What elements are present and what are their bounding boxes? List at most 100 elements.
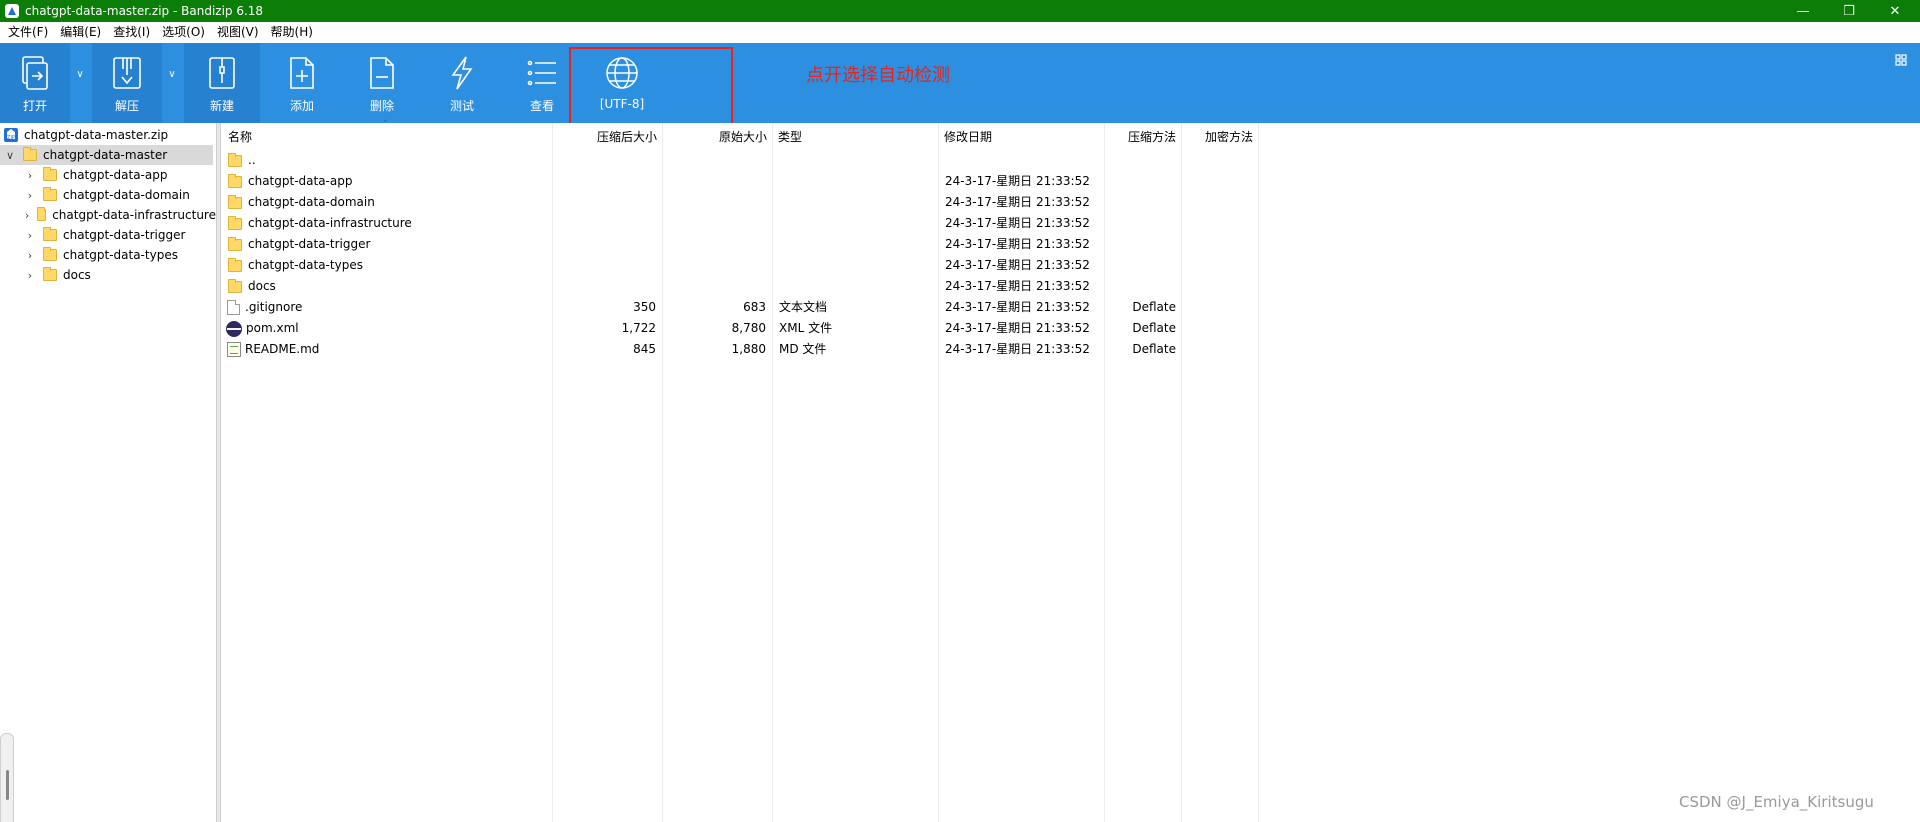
folder-icon — [228, 194, 242, 209]
collapsed-chevron-icon[interactable]: › — [23, 249, 37, 262]
delete-button[interactable]: 删除 — [350, 43, 414, 123]
column-header-packed-size[interactable]: 压缩后大小 — [552, 123, 657, 149]
expanded-chevron-icon[interactable]: ∨ — [3, 149, 17, 162]
svg-text:ZIP: ZIP — [7, 135, 15, 141]
table-row[interactable]: pom.xml 1,722 8,780 XML 文件 24-3-17-星期日 2… — [221, 318, 1261, 339]
file-name: chatgpt-data-domain — [248, 195, 375, 209]
tree-item-label: docs — [63, 268, 91, 282]
collapsed-chevron-icon[interactable]: › — [23, 269, 37, 282]
tree-item-root[interactable]: ∨ chatgpt-data-master — [0, 145, 213, 165]
original-size-cell: 1,880 — [731, 342, 766, 356]
tree-item-app[interactable]: › chatgpt-data-app — [0, 165, 216, 185]
column-header-type[interactable]: 类型 — [778, 123, 928, 149]
table-row[interactable]: docs 24-3-17-星期日 21:33:52 — [221, 276, 1261, 297]
method-cell: Deflate — [1132, 342, 1176, 356]
layout-toggle-icon[interactable] — [1894, 53, 1908, 67]
tree-item-label: chatgpt-data-master — [43, 148, 168, 162]
menu-view[interactable]: 视图(V) — [211, 22, 265, 43]
table-row[interactable]: .gitignore 350 683 文本文档 24-3-17-星期日 21:3… — [221, 297, 1261, 318]
collapsed-chevron-icon[interactable]: › — [23, 189, 37, 202]
folder-icon — [23, 147, 37, 161]
table-row[interactable]: chatgpt-data-types 24-3-17-星期日 21:33:52 — [221, 255, 1261, 276]
table-row[interactable]: chatgpt-data-domain 24-3-17-星期日 21:33:52 — [221, 192, 1261, 213]
original-size-cell: 8,780 — [731, 321, 766, 335]
list-view-icon — [524, 53, 560, 93]
minimize-button[interactable]: — — [1780, 0, 1826, 22]
menu-help[interactable]: 帮助(H) — [265, 22, 319, 43]
file-name: README.md — [245, 342, 320, 356]
packed-size-cell: 845 — [633, 342, 656, 356]
file-list: ˄ 名称 压缩后大小 原始大小 类型 修改日期 压缩方法 加密方法 .. cha… — [221, 120, 1920, 822]
menu-bar: 文件(F) 编辑(E) 查找(I) 选项(O) 视图(V) 帮助(H) — [0, 22, 1920, 43]
new-archive-button[interactable]: 新建 — [184, 43, 260, 123]
file-name: chatgpt-data-trigger — [248, 237, 371, 251]
folder-tree: ZIP chatgpt-data-master.zip ∨ chatgpt-da… — [0, 123, 216, 822]
packed-size-cell: 1,722 — [621, 321, 656, 335]
collapsed-chevron-icon[interactable]: › — [23, 209, 31, 222]
modified-cell: 24-3-17-星期日 21:33:52 — [945, 300, 1090, 314]
table-row[interactable]: .. — [221, 150, 1261, 171]
file-name: docs — [248, 279, 276, 293]
markdown-file-icon — [227, 342, 241, 357]
tree-item-types[interactable]: › chatgpt-data-types — [0, 245, 216, 265]
folder-icon — [43, 167, 57, 181]
xml-file-icon — [226, 320, 242, 337]
table-row[interactable]: chatgpt-data-app 24-3-17-星期日 21:33:52 — [221, 171, 1261, 192]
extract-dropdown[interactable]: ∨ — [162, 43, 182, 123]
test-button[interactable]: 测试 — [430, 43, 494, 123]
text-file-icon — [227, 300, 240, 315]
column-header-name[interactable]: 名称 — [228, 123, 548, 149]
menu-file[interactable]: 文件(F) — [2, 22, 54, 43]
type-cell: MD 文件 — [779, 342, 827, 356]
scrollbar-thumb[interactable] — [6, 770, 9, 800]
tree-item-docs[interactable]: › docs — [0, 265, 216, 285]
table-row[interactable]: README.md 845 1,880 MD 文件 24-3-17-星期日 21… — [221, 339, 1261, 360]
folder-icon — [228, 278, 242, 293]
menu-edit[interactable]: 编辑(E) — [54, 22, 107, 43]
tree-item-domain[interactable]: › chatgpt-data-domain — [0, 185, 216, 205]
zip-archive-icon: ZIP — [4, 128, 18, 142]
modified-cell: 24-3-17-星期日 21:33:52 — [945, 342, 1090, 356]
menu-options[interactable]: 选项(O) — [156, 22, 211, 43]
collapsed-chevron-icon[interactable]: › — [23, 229, 37, 242]
window-title: chatgpt-data-master.zip - Bandizip 6.18 — [25, 4, 264, 18]
folder-icon — [228, 257, 242, 272]
tree-archive-root[interactable]: ZIP chatgpt-data-master.zip — [0, 125, 216, 145]
method-cell: Deflate — [1132, 300, 1176, 314]
file-name: pom.xml — [246, 321, 299, 335]
packed-size-cell: 350 — [633, 300, 656, 314]
tree-scrollbar[interactable] — [0, 733, 14, 822]
open-archive-icon — [17, 53, 53, 93]
modified-cell: 24-3-17-星期日 21:33:52 — [945, 216, 1090, 230]
tree-archive-label: chatgpt-data-master.zip — [24, 128, 169, 142]
column-header-original-size[interactable]: 原始大小 — [662, 123, 767, 149]
column-header-modified[interactable]: 修改日期 — [944, 123, 1094, 149]
add-button[interactable]: 添加 — [270, 43, 334, 123]
view-button[interactable]: 查看 — [510, 43, 574, 123]
folder-icon — [43, 187, 57, 201]
column-header-encryption[interactable]: 加密方法 — [1181, 123, 1253, 149]
folder-icon — [43, 267, 57, 281]
open-dropdown[interactable]: ∨ — [70, 43, 90, 123]
toolbar: 打开 ∨ 解压 ∨ 新建 添加 删除 测试 查看 [UTF-8] — [0, 43, 1920, 123]
add-file-icon — [284, 53, 320, 93]
close-button[interactable]: ✕ — [1872, 0, 1918, 22]
modified-cell: 24-3-17-星期日 21:33:52 — [945, 237, 1090, 251]
extract-button[interactable]: 解压 — [92, 43, 162, 123]
collapsed-chevron-icon[interactable]: › — [23, 169, 37, 182]
menu-find[interactable]: 查找(I) — [107, 22, 156, 43]
file-name: chatgpt-data-app — [248, 174, 353, 188]
maximize-button[interactable]: ❐ — [1826, 0, 1872, 22]
folder-icon — [228, 152, 242, 167]
watermark-text: CSDN @J_Emiya_Kiritsugu — [1679, 793, 1874, 811]
modified-cell: 24-3-17-星期日 21:33:52 — [945, 258, 1090, 272]
tree-item-label: chatgpt-data-types — [63, 248, 178, 262]
tree-item-trigger[interactable]: › chatgpt-data-trigger — [0, 225, 216, 245]
tree-item-infrastructure[interactable]: › chatgpt-data-infrastructure — [0, 205, 216, 225]
open-button[interactable]: 打开 — [0, 43, 70, 123]
table-row[interactable]: chatgpt-data-infrastructure 24-3-17-星期日 … — [221, 213, 1261, 234]
table-row[interactable]: chatgpt-data-trigger 24-3-17-星期日 21:33:5… — [221, 234, 1261, 255]
folder-icon — [43, 247, 57, 261]
folder-icon — [228, 236, 242, 251]
column-header-method[interactable]: 压缩方法 — [1104, 123, 1176, 149]
